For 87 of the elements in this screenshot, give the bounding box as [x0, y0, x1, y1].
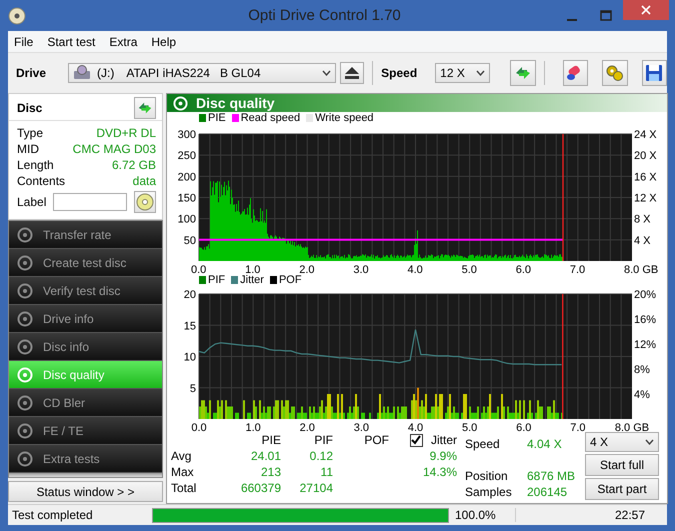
axis-label: 250	[178, 150, 196, 162]
field-label: Length	[17, 158, 54, 172]
axis-label: 12%	[634, 339, 656, 351]
field-label: MID	[17, 142, 39, 156]
axis-label: 15	[184, 320, 196, 332]
axis-label: 1.0	[245, 422, 261, 432]
progress-percent: 100.0%	[449, 508, 516, 522]
drive-letter: (J:)	[97, 66, 114, 80]
axis-label: 5.0	[462, 422, 478, 432]
legend-label: PIE	[208, 112, 226, 124]
axis-label: 4.0	[408, 264, 423, 274]
table-cell-text: 9.9%	[428, 449, 457, 463]
axis-label: 1.0	[245, 264, 260, 274]
axis-label: 5	[190, 382, 196, 395]
axis-label: 0.0	[191, 264, 206, 274]
table-cell-text: 24.01	[250, 449, 281, 463]
legend-label: Jitter	[240, 274, 264, 286]
row-label: Avg	[171, 449, 192, 463]
axis-label: 2.0	[299, 264, 315, 274]
speed-value: 4 X	[590, 435, 608, 449]
axis-label: 8%	[634, 364, 650, 376]
axis-label: 7.0	[570, 264, 586, 274]
status-time: 22:57	[614, 508, 645, 522]
axis-label: 2.0	[300, 422, 315, 432]
row-label: Total	[171, 481, 198, 495]
speed-value: 12 X	[440, 66, 465, 80]
speed-label: Speed	[381, 66, 418, 80]
status-text: Test completed	[11, 508, 94, 522]
legend-label: Write speed	[315, 112, 374, 124]
table-cell-text: 14.3%	[422, 465, 457, 479]
axis-label: 20	[184, 289, 196, 301]
panel-title: Disc quality	[196, 95, 275, 111]
info-label: Position	[465, 469, 509, 483]
info-value: 206145	[527, 485, 568, 499]
field-label: Contents	[17, 174, 66, 188]
field-value: DVD+R DL	[96, 126, 156, 140]
drive-name: ATAPI iHAS224 B GL04	[126, 66, 262, 80]
axis-label: 20%	[634, 289, 656, 301]
table-cell-text: 27104	[298, 481, 333, 495]
legend-label: Read speed	[240, 112, 300, 124]
axis-label: 20 X	[634, 150, 657, 162]
table-cell-text: 0.12	[308, 449, 333, 463]
axis-label: 6.0	[516, 264, 532, 274]
table-cell-text: 11	[320, 465, 333, 479]
row-label: Max	[171, 465, 195, 479]
field-value: 6.72 GB	[112, 158, 156, 172]
axis-label: 150	[178, 192, 196, 204]
field-value: CMC MAG D03	[72, 142, 156, 156]
info-label: Samples	[465, 485, 513, 499]
field-value: data	[132, 174, 156, 188]
axis-label: 5.0	[462, 264, 477, 274]
axis-label: 0.0	[191, 422, 207, 432]
axis-label: 4.0	[408, 422, 424, 432]
axis-label: 4%	[634, 389, 650, 401]
axis-label: 24 X	[634, 129, 657, 141]
info-label: Speed	[465, 437, 501, 451]
axis-label: 3.0	[353, 264, 369, 274]
info-value: 6876 MB	[527, 469, 576, 483]
field-label: Type	[17, 126, 44, 140]
axis-label: 12 X	[634, 192, 657, 204]
window-title: Opti Drive Control 1.70	[247, 7, 402, 24]
axis-label: 300	[178, 129, 196, 141]
legend-label: POF	[278, 274, 302, 286]
axis-label: 6.0	[516, 422, 532, 432]
axis-label: 200	[178, 171, 196, 184]
axis-label: 8.0 GB	[614, 422, 650, 432]
axis-label: 7.0	[570, 422, 586, 432]
axis-label: 50	[184, 234, 196, 247]
axis-label: 16%	[634, 314, 656, 326]
disc-title: Disc	[17, 101, 42, 115]
column-header: PIF	[313, 433, 333, 447]
axis-label: 100	[178, 214, 196, 226]
info-value: 4.04 X	[527, 437, 562, 451]
field-label: Label	[17, 195, 46, 209]
column-header: POF	[363, 433, 389, 447]
column-header: Jitter	[430, 433, 457, 447]
drive-label: Drive	[16, 66, 46, 80]
axis-label: 8 X	[634, 214, 651, 226]
column-header: PIE	[260, 433, 281, 447]
axis-label: 10	[184, 352, 196, 364]
legend-label: PIF	[208, 274, 226, 286]
axis-label: 3.0	[354, 422, 370, 432]
axis-label: 16 X	[634, 171, 657, 184]
axis-label: 4 X	[634, 234, 651, 247]
axis-label: 8.0 GB	[624, 264, 658, 274]
table-cell-text: 213	[260, 465, 281, 479]
table-cell-text: 660379	[240, 481, 281, 495]
